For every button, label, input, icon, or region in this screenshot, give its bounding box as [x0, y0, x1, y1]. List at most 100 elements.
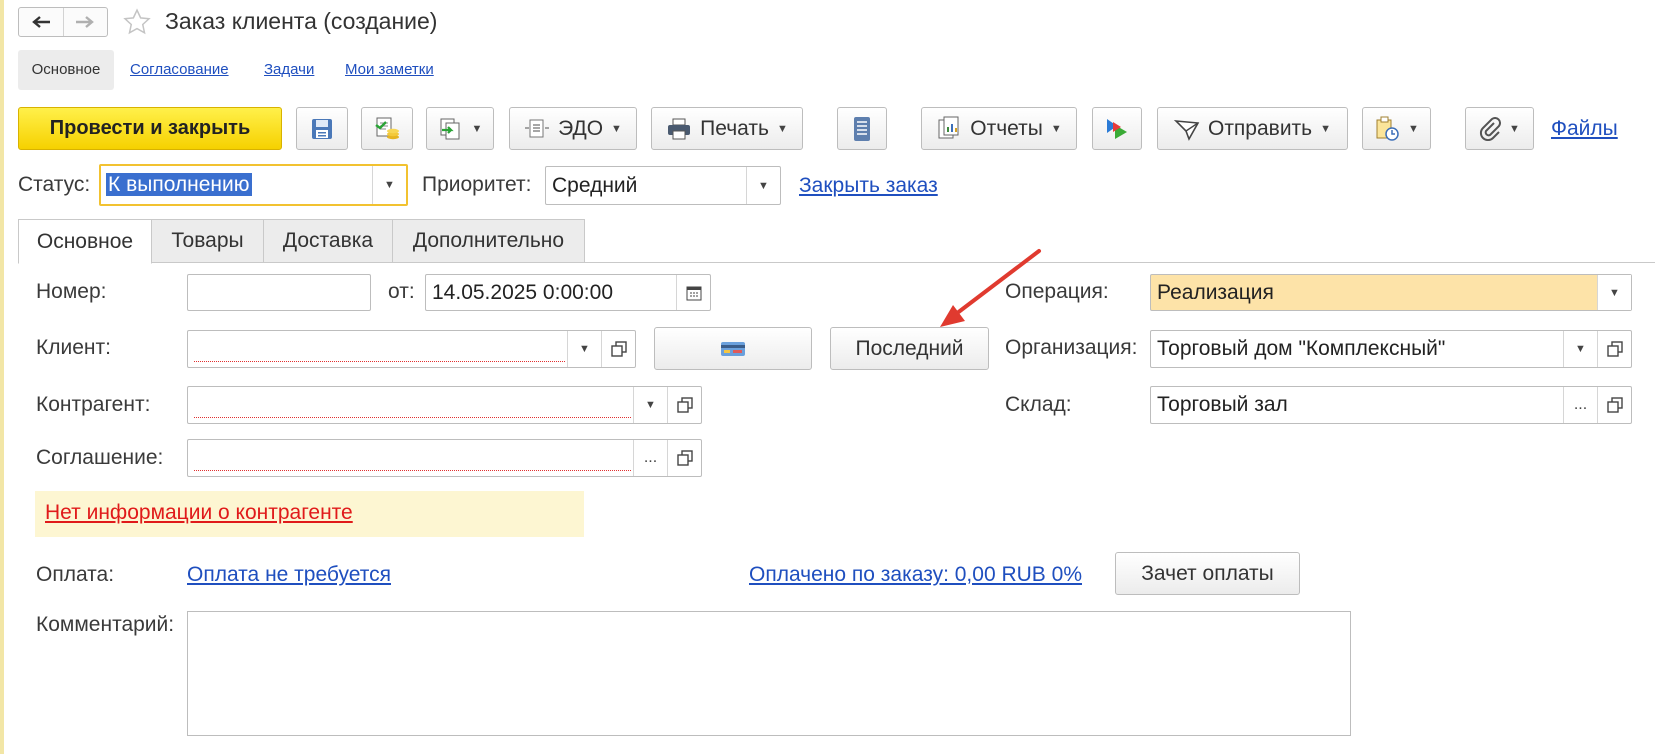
section-main[interactable]: Основное: [18, 50, 114, 90]
send-button[interactable]: Отправить ▼: [1157, 107, 1348, 150]
attachments-button[interactable]: ▼: [1465, 107, 1534, 150]
payment-offset-label: Зачет оплаты: [1141, 561, 1274, 585]
tab-goods[interactable]: Товары: [151, 219, 264, 263]
number-field[interactable]: [187, 274, 371, 311]
calendar-button[interactable]: [676, 275, 710, 310]
paid-amount-link[interactable]: Оплачено по заказу: 0,00 RUB 0%: [749, 563, 1082, 587]
chevron-down-icon: ▼: [1050, 122, 1062, 135]
create-based-on-button[interactable]: ▼: [426, 107, 494, 150]
chevron-down-icon: ▼: [1320, 122, 1332, 135]
window-left-edge: [0, 0, 4, 754]
reports-button[interactable]: Отчеты ▼: [921, 107, 1077, 150]
back-button[interactable]: [19, 8, 63, 36]
client-field[interactable]: ▼: [187, 330, 636, 368]
warehouse-value: Торговый зал: [1157, 393, 1288, 416]
open-client-button[interactable]: [601, 331, 635, 367]
operation-value: Реализация: [1157, 280, 1274, 304]
client-label: Клиент:: [36, 336, 111, 359]
calendar-icon: [686, 286, 701, 300]
chevron-down-icon: ▼: [776, 122, 788, 135]
document-structure-button[interactable]: [837, 107, 887, 150]
paper-plane-icon: [1173, 119, 1200, 141]
colored-arrows-icon: [1107, 118, 1127, 139]
document-history-button[interactable]: ▼: [1362, 107, 1431, 150]
edo-button[interactable]: ЭДО ▼: [509, 107, 637, 150]
arrow-right-icon: [76, 16, 95, 28]
chevron-down-icon[interactable]: ▼: [1563, 331, 1597, 367]
tab-main[interactable]: Основное: [18, 219, 152, 264]
page-title: Заказ клиента (создание): [165, 8, 438, 34]
last-client-button[interactable]: Последний: [830, 327, 989, 370]
post-and-close-button[interactable]: Провести и закрыть: [18, 107, 282, 150]
section-notes-link[interactable]: Мои заметки: [345, 50, 434, 90]
counterparty-field[interactable]: ▼: [187, 386, 702, 424]
save-button[interactable]: [296, 107, 348, 150]
open-organization-button[interactable]: [1597, 331, 1631, 367]
floppy-disk-icon: [312, 118, 332, 139]
document-clock-icon: [1376, 116, 1399, 141]
create-based-on-icon: [440, 118, 460, 139]
priority-select[interactable]: Средний ▼: [545, 166, 781, 205]
date-field[interactable]: 14.05.2025 0:00:00: [425, 274, 711, 311]
warehouse-label: Склад:: [1005, 393, 1072, 416]
printer-icon: [668, 118, 691, 139]
tab-additional[interactable]: Дополнительно: [392, 219, 585, 263]
counterparty-warning-link[interactable]: Нет информации о контрагенте: [45, 501, 353, 525]
priority-label: Приоритет:: [422, 173, 532, 196]
files-link[interactable]: Файлы: [1551, 117, 1618, 141]
section-tasks-link[interactable]: Задачи: [264, 50, 314, 90]
select-warehouse-button[interactable]: ...: [1563, 387, 1597, 423]
post-and-close-label: Провести и закрыть: [49, 117, 251, 139]
chevron-down-icon[interactable]: ▼: [372, 166, 406, 204]
analytics-button[interactable]: [1092, 107, 1142, 150]
post-button[interactable]: [361, 107, 413, 150]
select-agreement-button[interactable]: ...: [633, 440, 667, 476]
agreement-field[interactable]: ...: [187, 439, 702, 477]
required-field-underline: [194, 470, 631, 471]
chevron-down-icon: ▼: [471, 122, 483, 135]
comment-textarea[interactable]: [187, 611, 1351, 736]
history-nav: [18, 7, 108, 37]
client-card-button[interactable]: [654, 327, 812, 370]
comment-label: Комментарий:: [36, 613, 175, 636]
operation-label: Операция:: [1005, 280, 1109, 303]
send-label: Отправить: [1207, 116, 1313, 140]
open-window-icon: [676, 397, 693, 413]
payment-not-required-link[interactable]: Оплата не требуется: [187, 563, 391, 587]
operation-select[interactable]: Реализация ▼: [1150, 274, 1632, 311]
counterparty-label: Контрагент:: [36, 393, 151, 416]
last-client-label: Последний: [855, 336, 964, 360]
open-window-icon: [1606, 397, 1623, 413]
chevron-down-icon[interactable]: ▼: [567, 331, 601, 367]
payment-offset-button[interactable]: Зачет оплаты: [1115, 552, 1300, 595]
post-document-icon: [375, 117, 399, 139]
open-counterparty-button[interactable]: [667, 387, 701, 423]
status-label: Статус:: [18, 173, 91, 196]
date-value: 14.05.2025 0:00:00: [432, 280, 614, 304]
chevron-down-icon[interactable]: ▼: [1597, 275, 1631, 310]
number-label: Номер:: [36, 280, 107, 303]
close-order-link[interactable]: Закрыть заказ: [799, 174, 938, 198]
forward-button[interactable]: [62, 8, 108, 36]
agreement-label: Соглашение:: [36, 446, 164, 469]
tab-delivery[interactable]: Доставка: [263, 219, 393, 263]
chevron-down-icon[interactable]: ▼: [633, 387, 667, 423]
organization-value: Торговый дом "Комплексный": [1157, 337, 1446, 360]
card-icon: [721, 341, 745, 356]
print-button[interactable]: Печать ▼: [651, 107, 803, 150]
open-agreement-button[interactable]: [667, 440, 701, 476]
edo-label: ЭДО: [558, 116, 604, 140]
status-select[interactable]: К выполнению ▼: [99, 164, 408, 206]
required-field-underline: [194, 417, 631, 418]
edo-exchange-icon: [525, 119, 550, 137]
favorite-star-icon[interactable]: [122, 7, 152, 37]
organization-field[interactable]: Торговый дом "Комплексный" ▼: [1150, 330, 1632, 368]
reports-label: Отчеты: [970, 116, 1043, 140]
chevron-down-icon[interactable]: ▼: [746, 167, 780, 204]
chevron-down-icon: ▼: [1408, 122, 1419, 135]
status-value: К выполнению: [106, 173, 252, 196]
section-approval-link[interactable]: Согласование: [130, 50, 229, 90]
open-warehouse-button[interactable]: [1597, 387, 1631, 423]
open-window-icon: [676, 450, 693, 466]
warehouse-field[interactable]: Торговый зал ...: [1150, 386, 1632, 424]
